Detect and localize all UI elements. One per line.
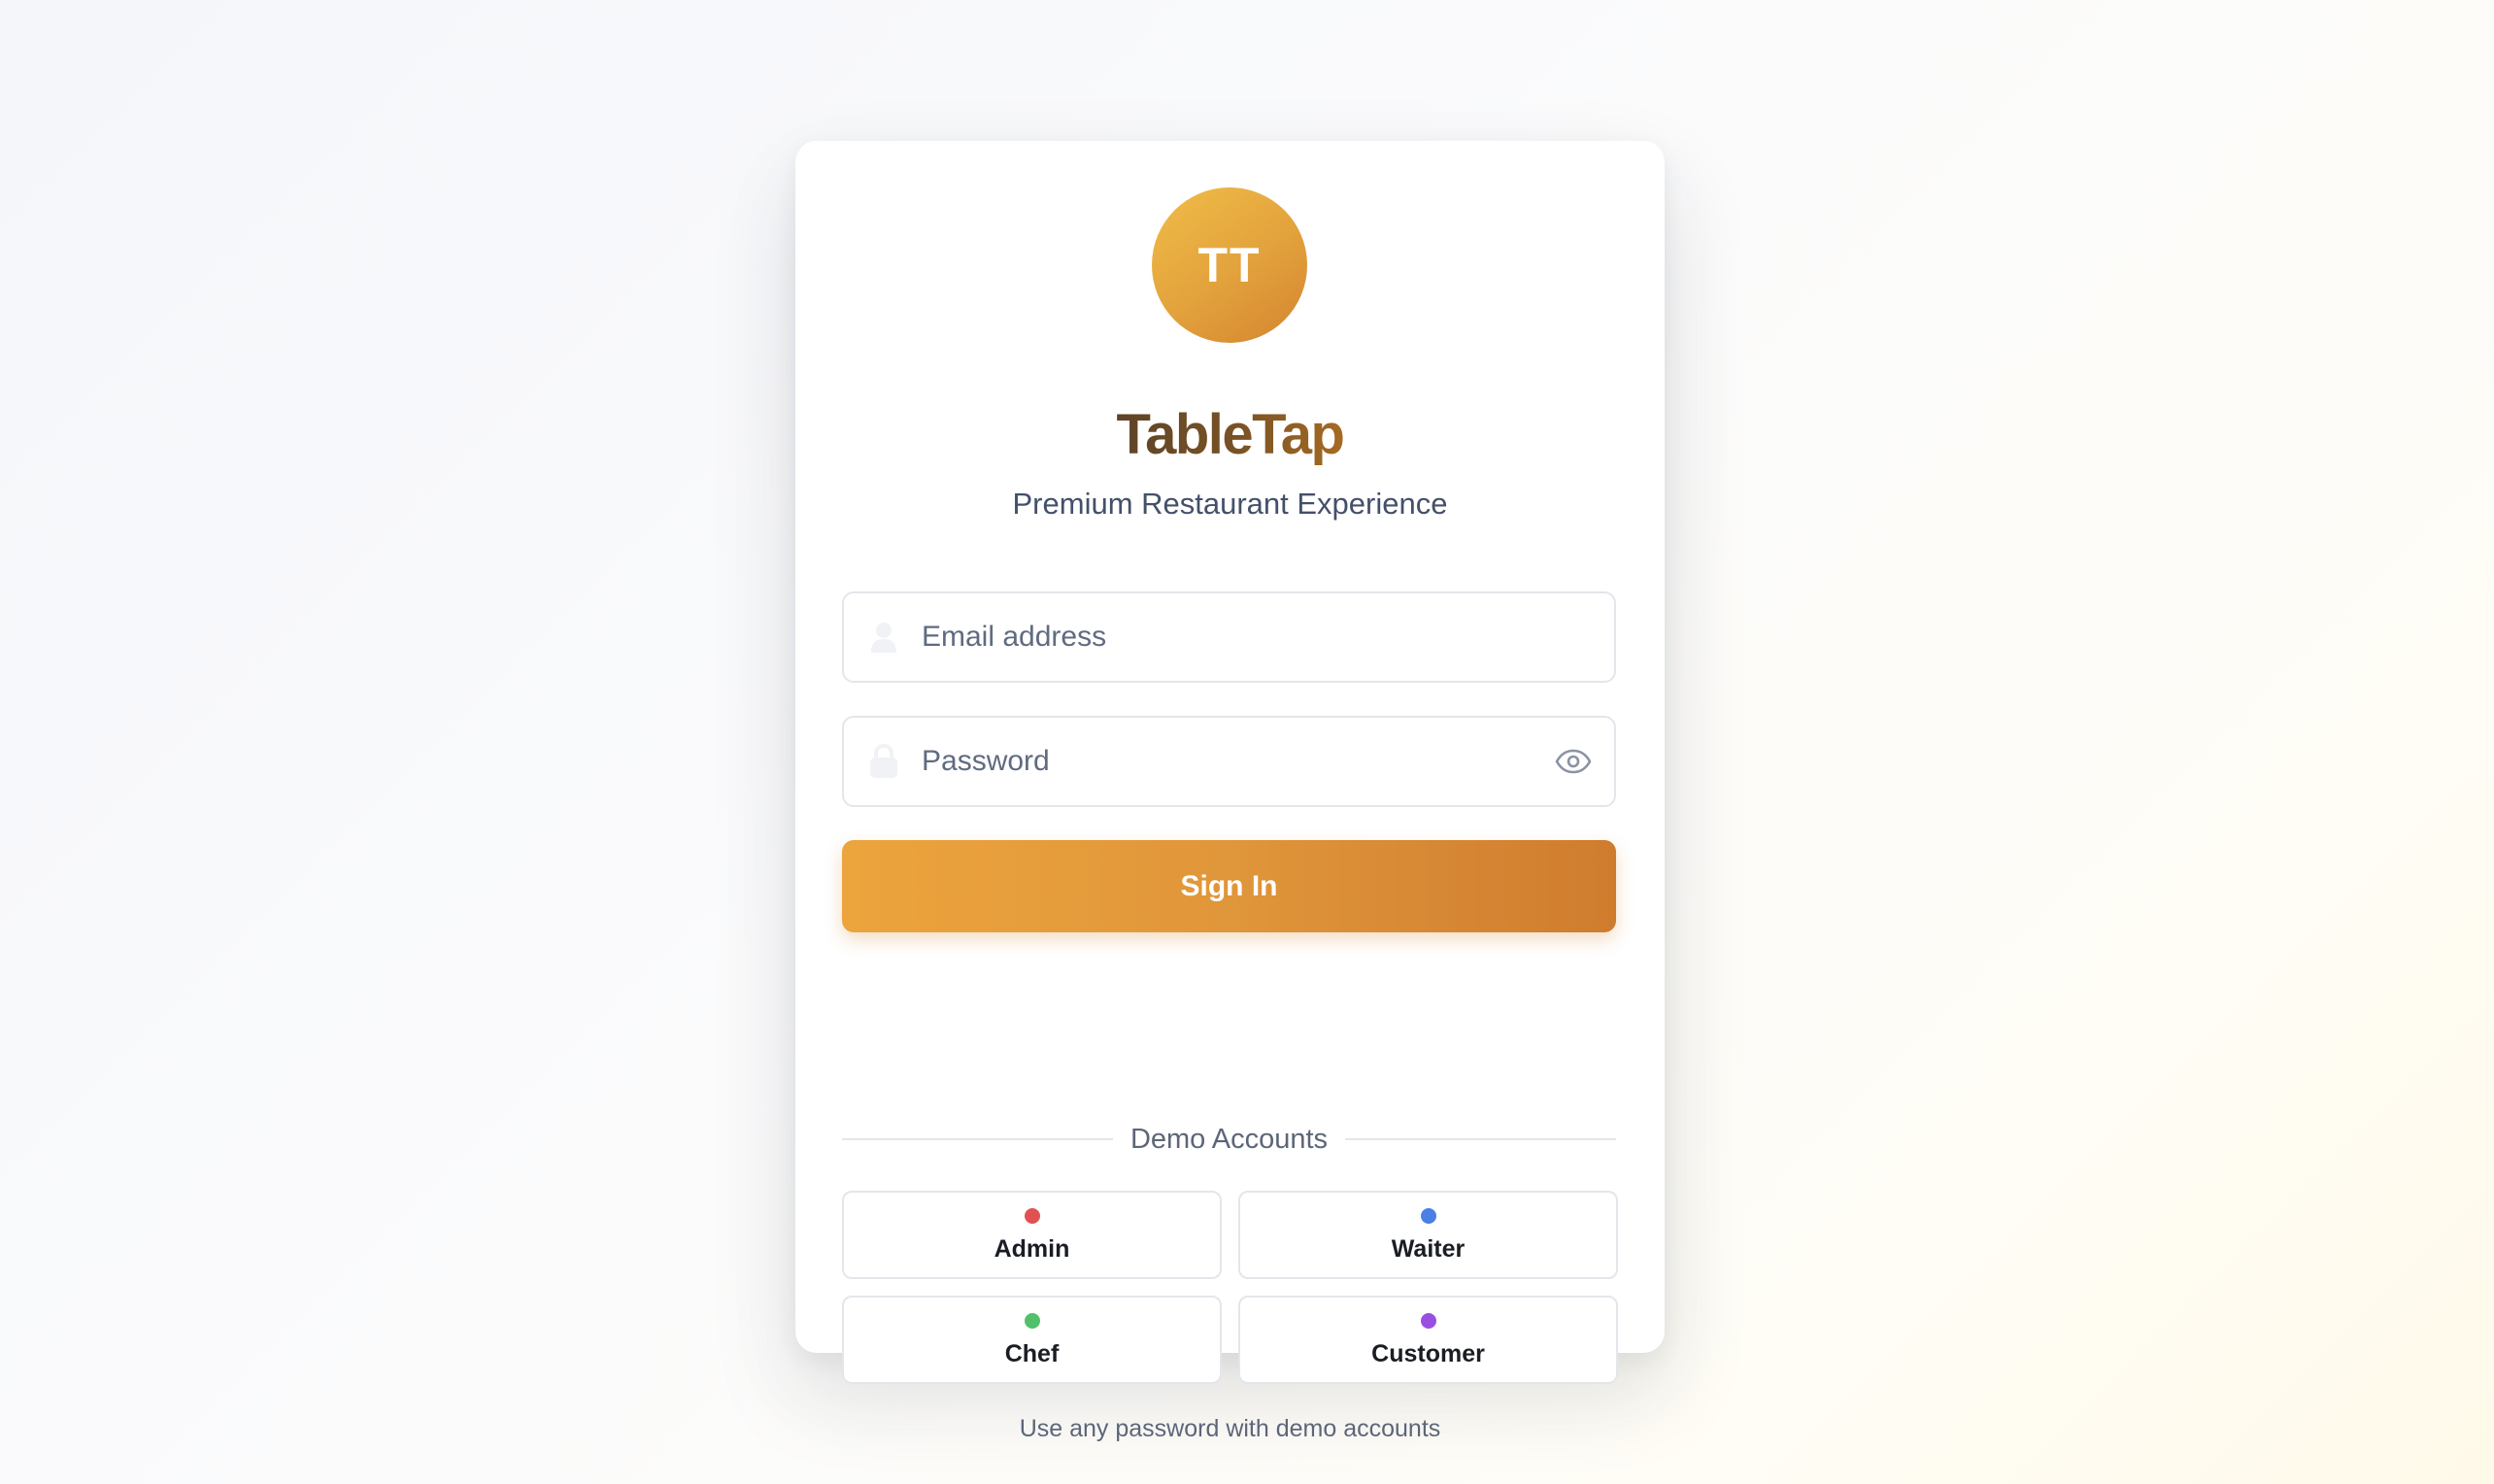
- customer-dot-icon: [1420, 1313, 1436, 1329]
- demo-hint-text: Use any password with demo accounts: [1019, 1415, 1441, 1442]
- chef-dot-icon: [1024, 1313, 1040, 1329]
- password-field[interactable]: [842, 716, 1616, 807]
- sign-in-button[interactable]: Sign In: [842, 840, 1616, 932]
- demo-customer-label: Customer: [1371, 1340, 1485, 1367]
- demo-customer-button[interactable]: Customer: [1238, 1296, 1618, 1384]
- email-field[interactable]: [842, 591, 1616, 683]
- user-icon: [865, 618, 902, 657]
- demo-waiter-button[interactable]: Waiter: [1238, 1191, 1618, 1279]
- demo-admin-label: Admin: [994, 1235, 1070, 1263]
- sign-in-label: Sign In: [1180, 869, 1278, 902]
- lock-icon: [865, 742, 902, 781]
- brand-logo: TT: [1152, 187, 1307, 343]
- login-card: TT TableTap Premium Restaurant Experienc…: [795, 141, 1665, 1442]
- email-input[interactable]: [922, 593, 1524, 681]
- brand-tagline: Premium Restaurant Experience: [1012, 487, 1448, 521]
- demo-admin-button[interactable]: Admin: [842, 1191, 1222, 1279]
- demo-accounts-heading: Demo Accounts: [1129, 1123, 1329, 1155]
- password-input[interactable]: [922, 718, 1524, 805]
- divider-line: [1345, 1138, 1617, 1140]
- demo-accounts-divider: Demo Accounts: [842, 1122, 1617, 1157]
- demo-waiter-label: Waiter: [1391, 1235, 1466, 1263]
- divider-line: [842, 1138, 1113, 1140]
- waiter-dot-icon: [1420, 1208, 1436, 1224]
- demo-chef-label: Chef: [1004, 1340, 1060, 1367]
- brand-name: TableTap: [1116, 403, 1346, 466]
- eye-icon[interactable]: [1554, 742, 1593, 781]
- admin-dot-icon: [1024, 1208, 1040, 1224]
- brand-initials: TT: [1197, 238, 1262, 292]
- demo-chef-button[interactable]: Chef: [842, 1296, 1222, 1384]
